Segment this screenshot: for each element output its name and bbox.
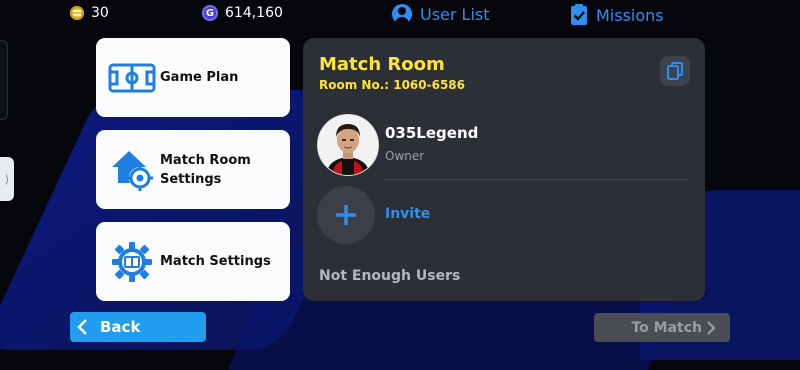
user-list-label: User List (420, 4, 490, 24)
gp-counter: G 614,160 (202, 5, 283, 21)
copy-icon (667, 62, 683, 80)
match-settings-label: Match Settings (160, 254, 271, 269)
user-list-button[interactable]: User List (392, 4, 490, 24)
copy-room-number-button[interactable] (660, 56, 690, 86)
clipboard-check-icon (571, 4, 587, 25)
plus-icon (336, 205, 356, 225)
room-status-text: Not Enough Users (319, 268, 461, 284)
invite-label[interactable]: Invite (385, 206, 430, 222)
match-room-panel: Match Room Room No.: 1060-6586 035Legend… (303, 38, 705, 301)
back-label: Back (100, 318, 141, 336)
gp-icon: G (202, 5, 218, 21)
label-line: Settings (160, 171, 222, 187)
side-panel-edge (0, 40, 8, 120)
owner-name: 035Legend (385, 124, 479, 142)
room-number: Room No.: 1060-6586 (319, 78, 466, 92)
room-settings-icon (106, 144, 158, 196)
divider (385, 179, 689, 180)
formation-board-icon (106, 52, 158, 104)
player-portrait-icon (318, 115, 378, 175)
label-line: Match Room (160, 152, 251, 168)
gp-value: 614,160 (225, 5, 283, 21)
match-room-settings-button[interactable]: Match Room Settings (96, 130, 290, 209)
coins-value: 30 (91, 5, 109, 21)
missions-button[interactable]: Missions (570, 4, 664, 26)
chevron-left-icon (77, 319, 87, 335)
coins-counter: 30 (70, 5, 109, 21)
to-match-label: To Match (631, 319, 702, 336)
invite-button[interactable] (317, 186, 375, 244)
chevron-right-icon: ⟩ (4, 172, 10, 186)
missions-label: Missions (596, 5, 664, 25)
to-match-button[interactable]: To Match (594, 313, 730, 342)
match-room-settings-label: Match Room Settings (160, 151, 251, 189)
owner-avatar[interactable] (317, 114, 379, 176)
game-plan-button[interactable]: Game Plan (96, 38, 290, 117)
gear-settings-icon (106, 236, 158, 288)
user-icon (392, 4, 412, 24)
side-drawer-tab[interactable]: ⟩ (0, 157, 14, 201)
owner-role: Owner (385, 149, 425, 163)
room-title: Match Room (319, 54, 445, 75)
game-plan-label: Game Plan (160, 70, 239, 85)
back-button[interactable]: Back (70, 312, 206, 342)
chevron-right-icon (707, 320, 716, 335)
match-settings-button[interactable]: Match Settings (96, 222, 290, 301)
coin-icon (70, 6, 84, 20)
